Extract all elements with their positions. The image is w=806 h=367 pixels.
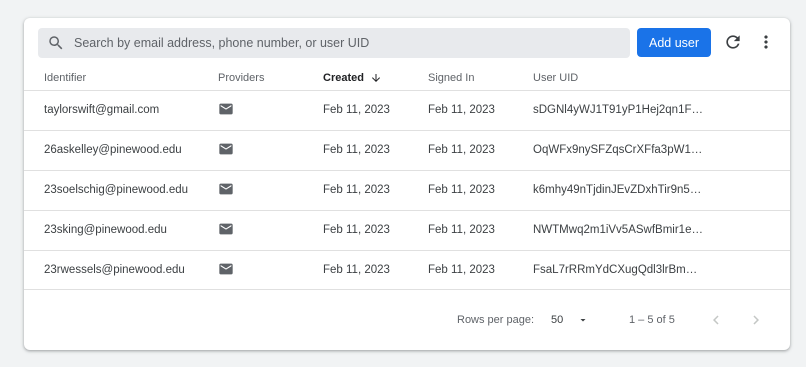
signed-in-cell: Feb 11, 2023 — [428, 184, 495, 196]
signed-in-cell: Feb 11, 2023 — [428, 224, 495, 236]
caret-down-icon — [577, 314, 589, 329]
user-uid-cell: FsaL7rRRmYdCXugQdl3lrBmMgYB3 — [533, 264, 705, 276]
column-header-signed-in[interactable]: Signed In — [428, 72, 474, 84]
identifier-cell: taylorswift@gmail.com — [44, 104, 160, 116]
column-header-identifier[interactable]: Identifier — [44, 72, 86, 84]
table-body: taylorswift@gmail.com Feb 11, 2023 Feb 1… — [24, 90, 790, 290]
column-header-providers: Providers — [218, 72, 265, 84]
column-header-user-uid: User UID — [533, 72, 579, 84]
email-icon — [218, 261, 238, 280]
signed-in-cell: Feb 11, 2023 — [428, 144, 495, 156]
table-row[interactable]: 23soelschig@pinewood.edu Feb 11, 2023 Fe… — [24, 170, 790, 210]
user-uid-cell: OqWFx9nySFZqsCrXFfa3pW1SpNi1 — [533, 144, 705, 156]
add-user-button[interactable]: Add user — [637, 28, 711, 57]
email-icon — [218, 181, 238, 200]
table-row[interactable]: 23sking@pinewood.edu Feb 11, 2023 Feb 11… — [24, 210, 790, 250]
table-header: Identifier Providers Created Signed In U… — [24, 66, 790, 90]
arrow-down-icon — [370, 72, 382, 84]
column-header-created-label: Created — [323, 72, 364, 84]
users-card: Add user Identifier Providers Created Si… — [24, 18, 790, 350]
more-vert-icon[interactable] — [754, 30, 778, 54]
search-icon — [38, 28, 74, 58]
created-cell: Feb 11, 2023 — [323, 224, 390, 236]
rows-per-page-label: Rows per page: — [457, 314, 535, 326]
email-icon — [218, 101, 238, 120]
pagination-range: 1 – 5 of 5 — [629, 314, 675, 326]
search-input[interactable] — [74, 28, 630, 58]
signed-in-cell: Feb 11, 2023 — [428, 104, 495, 116]
user-uid-cell: NWTMwq2m1iVv5ASwfBmir1eoj1… — [533, 224, 705, 236]
column-header-created[interactable]: Created — [323, 72, 382, 84]
identifier-cell: 23soelschig@pinewood.edu — [44, 184, 189, 196]
user-uid-cell: k6mhy49nTjdinJEvZDxhTir9n5W2 — [533, 184, 705, 196]
search-bar[interactable] — [38, 28, 630, 58]
toolbar: Add user — [24, 18, 790, 66]
pagination: Rows per page: 50 1 – 5 of 5 — [24, 304, 790, 338]
rows-per-page-select[interactable]: 50 — [551, 310, 591, 330]
table-row[interactable]: 23rwessels@pinewood.edu Feb 11, 2023 Feb… — [24, 250, 790, 290]
refresh-icon[interactable] — [721, 30, 745, 54]
signed-in-cell: Feb 11, 2023 — [428, 264, 495, 276]
table-row[interactable]: taylorswift@gmail.com Feb 11, 2023 Feb 1… — [24, 90, 790, 130]
rows-per-page-value: 50 — [551, 314, 564, 326]
email-icon — [218, 141, 238, 160]
identifier-cell: 23rwessels@pinewood.edu — [44, 264, 185, 276]
created-cell: Feb 11, 2023 — [323, 104, 390, 116]
user-uid-cell: sDGNl4yWJ1T91yP1Hej2qn1FlDJ3 — [533, 104, 705, 116]
created-cell: Feb 11, 2023 — [323, 264, 390, 276]
chevron-right-icon[interactable] — [746, 310, 766, 330]
identifier-cell: 26askelley@pinewood.edu — [44, 144, 182, 156]
chevron-left-icon[interactable] — [706, 310, 726, 330]
identifier-cell: 23sking@pinewood.edu — [44, 224, 167, 236]
email-icon — [218, 221, 238, 240]
created-cell: Feb 11, 2023 — [323, 144, 390, 156]
created-cell: Feb 11, 2023 — [323, 184, 390, 196]
table-row[interactable]: 26askelley@pinewood.edu Feb 11, 2023 Feb… — [24, 130, 790, 170]
